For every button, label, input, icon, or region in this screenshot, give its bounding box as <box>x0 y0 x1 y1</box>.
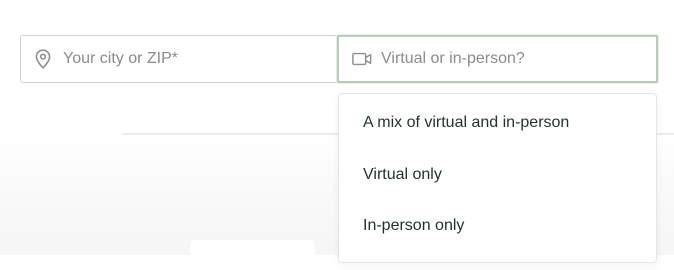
location-field[interactable] <box>20 35 338 83</box>
location-input[interactable] <box>63 47 313 71</box>
meeting-format-input[interactable] <box>381 47 631 71</box>
option-in-person-only[interactable]: In-person only <box>339 206 656 246</box>
map-pin-icon <box>33 48 53 70</box>
background-card <box>190 240 315 270</box>
option-mix[interactable]: A mix of virtual and in-person <box>339 103 656 143</box>
video-camera-icon <box>352 48 372 70</box>
option-virtual-only[interactable]: Virtual only <box>339 155 656 195</box>
meeting-format-dropdown: A mix of virtual and in-person Virtual o… <box>338 93 657 263</box>
meeting-format-field[interactable] <box>337 35 658 83</box>
